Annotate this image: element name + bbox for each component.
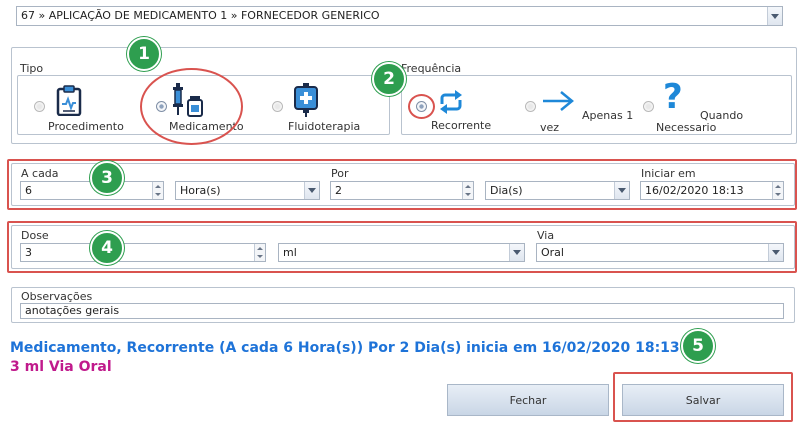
chevron-down-icon[interactable] [767, 7, 782, 25]
question-icon: ? [663, 77, 683, 117]
observacoes-input[interactable]: anotações gerais [20, 303, 784, 319]
clipboard-chart-icon [56, 85, 82, 116]
vez-label: vez [540, 121, 560, 134]
iv-bag-icon [294, 83, 318, 117]
summary-line-2: 3 ml Via Oral [10, 359, 112, 375]
step-badge-2: 2 [372, 62, 406, 96]
step-badge-5: 5 [681, 329, 715, 363]
radio-procedimento[interactable] [34, 101, 45, 112]
tipo-label: Tipo [20, 62, 44, 75]
apenas-1-label: Apenas 1 [582, 109, 634, 122]
medicamento-highlight [140, 68, 243, 145]
product-select[interactable]: 67 » APLICAÇÃO DE MEDICAMENTO 1 » FORNEC… [16, 6, 783, 26]
recorrente-radio-highlight [408, 94, 435, 119]
observacoes-value: anotações gerais [25, 304, 120, 317]
radio-fluidoterapia[interactable] [272, 101, 283, 112]
step-badge-1: 1 [127, 37, 161, 71]
summary-line-1: Medicamento, Recorrente (A cada 6 Hora(s… [10, 340, 680, 356]
radio-apenas-1-vez[interactable] [525, 101, 536, 112]
repeat-icon [440, 90, 462, 114]
necessario-label: Necessario [656, 121, 717, 134]
observacoes-label: Observações [21, 290, 93, 303]
product-select-value: 67 » APLICAÇÃO DE MEDICAMENTO 1 » FORNEC… [21, 9, 380, 22]
close-button[interactable]: Fechar [447, 384, 609, 416]
schedule-highlight [7, 159, 797, 210]
fluidoterapia-label: Fluidoterapia [288, 120, 361, 133]
step-badge-4: 4 [90, 231, 124, 265]
save-highlight [613, 372, 793, 422]
procedimento-label: Procedimento [48, 120, 124, 133]
dose-highlight [7, 221, 797, 273]
arrow-right-icon [543, 91, 574, 111]
recorrente-label: Recorrente [431, 119, 492, 132]
radio-quando-necessario[interactable] [643, 101, 654, 112]
frequencia-label: Frequência [401, 62, 462, 75]
step-badge-3: 3 [90, 161, 124, 195]
